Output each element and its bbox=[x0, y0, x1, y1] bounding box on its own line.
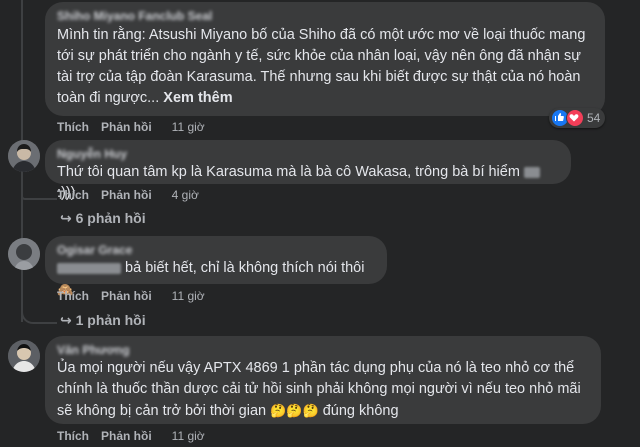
blurred-mention bbox=[57, 262, 121, 274]
reply-button[interactable]: Phản hồi bbox=[101, 188, 152, 202]
avatar[interactable] bbox=[8, 238, 40, 270]
timestamp[interactable]: 11 giờ bbox=[172, 289, 205, 303]
comment-body: Mình tin rằng: Atsushi Miyano bố của Shi… bbox=[57, 27, 586, 106]
commenter-name[interactable]: Shiho Miyano Fanclub Seal bbox=[57, 9, 593, 23]
comment-bubble: Shiho Miyano Fanclub Seal Mình tin rằng:… bbox=[45, 2, 605, 116]
reply-arrow-icon: ↪ bbox=[60, 210, 72, 226]
reply-button[interactable]: Phản hồi bbox=[101, 289, 152, 303]
commenter-name[interactable]: Văn Phương bbox=[57, 343, 589, 357]
comment-text: Ủa mọi người nếu vậy APTX 4869 1 phần tá… bbox=[57, 358, 589, 422]
timestamp[interactable]: 11 giờ bbox=[172, 429, 205, 443]
comment-bubble: Ogisar Grace bả biết hết, chỉ là không t… bbox=[45, 236, 387, 297]
thread-line bbox=[21, 300, 57, 324]
view-replies-link[interactable]: ↪ 1 phản hồi bbox=[60, 312, 146, 329]
timestamp[interactable]: 11 giờ bbox=[172, 120, 205, 134]
like-button[interactable]: Thích bbox=[57, 429, 89, 443]
comment-suffix: đúng không bbox=[322, 403, 399, 419]
reaction-summary[interactable]: 54 bbox=[549, 108, 606, 128]
comment-text: Mình tin rằng: Atsushi Miyano bố của Shi… bbox=[57, 25, 593, 109]
reply-button[interactable]: Phản hồi bbox=[101, 429, 152, 443]
commenter-name[interactable]: Nguyễn Huy bbox=[57, 147, 559, 161]
like-button[interactable]: Thích bbox=[57, 120, 89, 134]
comment-actions: Thích Phản hồi 11 giờ bbox=[57, 120, 205, 134]
comment-bubble: Văn Phương Ủa mọi người nếu vậy APTX 486… bbox=[45, 336, 601, 424]
replies-count: 6 phản hồi bbox=[75, 210, 146, 226]
reply-button[interactable]: Phản hồi bbox=[101, 120, 152, 134]
comment-bubble: Nguyễn Huy Thứ tôi quan tâm kp là Karasu… bbox=[45, 140, 571, 201]
commenter-name[interactable]: Ogisar Grace bbox=[57, 243, 375, 257]
timestamp[interactable]: 4 giờ bbox=[172, 188, 199, 202]
blurred-emoji bbox=[523, 166, 540, 178]
like-button[interactable]: Thích bbox=[57, 188, 89, 202]
see-more-link[interactable]: Xem thêm bbox=[163, 90, 232, 106]
reaction-count: 54 bbox=[587, 111, 601, 125]
comment-body: Ủa mọi người nếu vậy APTX 4869 1 phần tá… bbox=[57, 360, 581, 419]
comment-actions: Thích Phản hồi 11 giờ bbox=[57, 289, 205, 303]
thread-line bbox=[21, 196, 57, 200]
comment-actions: Thích Phản hồi 11 giờ bbox=[57, 429, 205, 443]
replies-count: 1 phản hồi bbox=[75, 312, 146, 328]
avatar[interactable] bbox=[8, 340, 40, 372]
reply-arrow-icon: ↪ bbox=[60, 312, 72, 328]
like-button[interactable]: Thích bbox=[57, 289, 89, 303]
avatar[interactable] bbox=[8, 140, 40, 172]
love-reaction-icon bbox=[566, 109, 584, 127]
comment-actions: Thích Phản hồi 4 giờ bbox=[57, 188, 199, 202]
thinking-emoji-icon: 🤔🤔🤔 bbox=[270, 403, 319, 418]
view-replies-link[interactable]: ↪ 6 phản hồi bbox=[60, 210, 146, 227]
comment-body: bả biết hết, chỉ là không thích nói thôi bbox=[125, 260, 365, 276]
comment-body: Thứ tôi quan tâm kp là Karasuma mà là bà… bbox=[57, 164, 520, 180]
